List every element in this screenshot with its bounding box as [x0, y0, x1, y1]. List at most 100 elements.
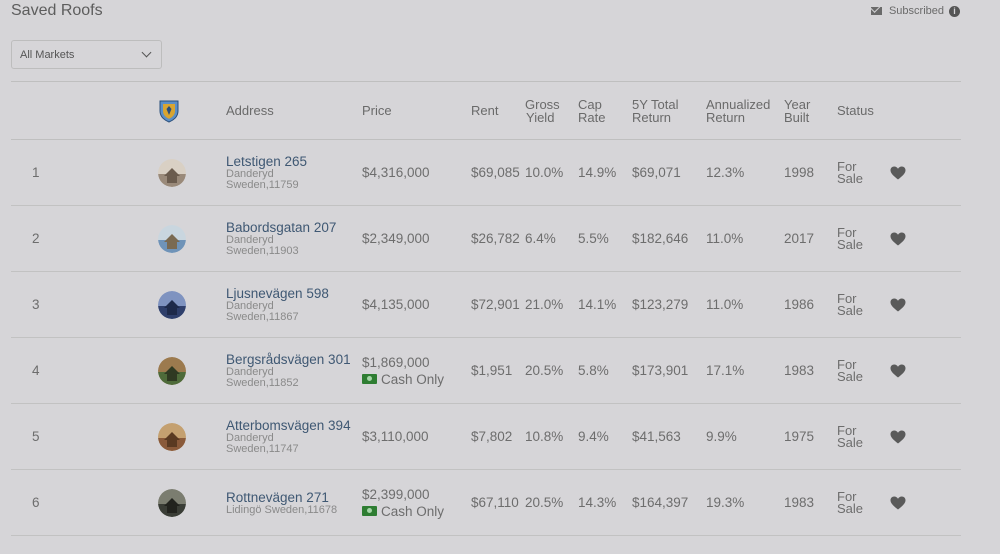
property-thumbnail-cell — [158, 404, 226, 470]
year-built-value: 1975 — [784, 429, 815, 444]
gross-yield-value: 6.4% — [525, 231, 556, 246]
address-cell: Atterbomsvägen 394 Danderyd Sweden,11747 — [226, 404, 362, 470]
address-cell: Babordsgatan 207 Danderyd Sweden,11903 — [226, 206, 362, 272]
cash-icon — [362, 506, 377, 516]
address-cell: Letstigen 265 Danderyd Sweden,11759 — [226, 140, 362, 206]
address-link[interactable]: Bergsrådsvägen 301 — [226, 352, 362, 367]
status-cell: For Sale — [837, 338, 890, 404]
property-thumbnail[interactable] — [158, 158, 186, 187]
heart-icon[interactable] — [890, 364, 906, 378]
property-thumbnail-cell — [158, 206, 226, 272]
status-line2: Sale — [837, 170, 864, 186]
address-country-zip: Sweden,11867 — [226, 311, 299, 323]
favorite-cell — [890, 272, 961, 338]
address-link[interactable]: Ljusnevägen 598 — [226, 286, 362, 301]
status-cell: For Sale — [837, 272, 890, 338]
heart-icon[interactable] — [890, 496, 906, 510]
price-value: $2,399,000 — [362, 486, 430, 502]
status-line2: Sale — [837, 368, 864, 384]
header-ann-line2: Return — [706, 109, 746, 125]
heart-icon[interactable] — [890, 430, 906, 444]
price-value: $3,110,000 — [362, 429, 429, 444]
address-city: Lidingö Sweden,11678 — [226, 503, 338, 516]
header-price[interactable]: Price — [362, 82, 471, 140]
favorite-cell — [890, 206, 961, 272]
table-row[interactable]: 6 Rottnevägen 271 Lidingö Sweden,11678 $… — [11, 470, 961, 536]
market-select[interactable]: All Markets — [11, 40, 162, 69]
address-link[interactable]: Letstigen 265 — [226, 154, 362, 169]
favorite-cell — [890, 140, 961, 206]
property-thumbnail[interactable] — [158, 290, 186, 319]
cap-rate-value: 5.5% — [578, 231, 609, 246]
property-thumbnail[interactable] — [158, 224, 186, 253]
annualized-return-value: 9.9% — [706, 429, 737, 444]
status-line2: Sale — [837, 500, 864, 516]
total-return-value: $41,563 — [632, 429, 681, 444]
property-thumbnail-cell — [158, 338, 226, 404]
status-cell: For Sale — [837, 140, 890, 206]
status-line2: Sale — [837, 434, 864, 450]
cash-icon — [362, 374, 377, 384]
subscribed-label: Subscribed — [888, 5, 944, 17]
heart-icon[interactable] — [890, 166, 906, 180]
row-number: 5 — [32, 429, 40, 444]
cap-rate-value: 9.4% — [578, 429, 609, 444]
favorite-cell — [890, 404, 961, 470]
address-country-zip: Sweden,11759 — [226, 179, 299, 191]
header-status[interactable]: Status — [837, 82, 890, 140]
heart-icon[interactable] — [890, 232, 906, 246]
property-thumbnail[interactable] — [158, 488, 186, 517]
address-country-zip: Sweden,11747 — [226, 443, 299, 455]
favorite-cell — [890, 470, 961, 536]
address-link[interactable]: Babordsgatan 207 — [226, 220, 362, 235]
annualized-return-value: 12.3% — [706, 165, 745, 180]
property-thumbnail[interactable] — [158, 422, 186, 451]
address-link[interactable]: Atterbomsvägen 394 — [226, 418, 362, 433]
header-gross-yield[interactable]: Gross Yield — [525, 82, 578, 140]
header-annualized-return[interactable]: Annualized Return — [706, 82, 784, 140]
price-cell: $2,399,000 Cash Only — [362, 470, 471, 536]
header-cap-line1: Cap — [578, 96, 602, 112]
header-favorite — [890, 82, 961, 140]
chevron-down-icon — [141, 47, 152, 58]
subscribed-toggle[interactable]: Subscribed i — [870, 5, 960, 17]
header-5y-total-return[interactable]: 5Y Total Return — [632, 82, 706, 140]
header-rent[interactable]: Rent — [471, 82, 525, 140]
header-year-built[interactable]: Year Built — [784, 82, 837, 140]
gross-yield-value: 21.0% — [525, 297, 564, 312]
table-row[interactable]: 5 Atterbomsvägen 394 Danderyd Sweden,117… — [11, 404, 961, 470]
heart-icon[interactable] — [890, 298, 906, 312]
rent-value: $7,802 — [471, 429, 513, 444]
info-icon[interactable]: i — [949, 5, 960, 17]
price-value: $4,135,000 — [362, 297, 430, 312]
row-number: 6 — [32, 495, 40, 510]
address-country-zip: Sweden,11903 — [226, 245, 299, 257]
cap-rate-value: 5.8% — [578, 363, 609, 378]
year-built-value: 1986 — [784, 297, 815, 312]
header-5y-line1: 5Y Total — [632, 96, 679, 112]
price-cell: $2,349,000 — [362, 206, 471, 272]
cash-only-label: Cash Only — [381, 503, 445, 519]
price-value: $1,869,000 — [362, 354, 430, 370]
header-address[interactable]: Address — [226, 82, 362, 140]
header-year-line1: Year — [784, 96, 811, 112]
property-thumbnail-cell — [158, 140, 226, 206]
price-cell: $1,869,000 Cash Only — [362, 338, 471, 404]
table-row[interactable]: 3 Ljusnevägen 598 Danderyd Sweden,11867 … — [11, 272, 961, 338]
table-row[interactable]: 1 Letstigen 265 Danderyd Sweden,11759 $4… — [11, 140, 961, 206]
total-return-value: $164,397 — [632, 495, 689, 510]
header-ann-line1: Annualized — [706, 96, 771, 112]
price-value: $4,316,000 — [362, 165, 430, 180]
gross-yield-value: 10.8% — [525, 429, 564, 444]
table-row[interactable]: 4 Bergsrådsvägen 301 Danderyd Sweden,118… — [11, 338, 961, 404]
header-emblem — [158, 82, 226, 140]
header-cap-rate[interactable]: Cap Rate — [578, 82, 632, 140]
address-cell: Rottnevägen 271 Lidingö Sweden,11678 — [226, 470, 362, 536]
property-thumbnail[interactable] — [158, 356, 186, 385]
row-number: 3 — [32, 297, 40, 312]
status-cell: For Sale — [837, 206, 890, 272]
table-row[interactable]: 2 Babordsgatan 207 Danderyd Sweden,11903… — [11, 206, 961, 272]
price-cell: $4,316,000 — [362, 140, 471, 206]
rent-value: $67,110 — [471, 495, 519, 510]
address-link[interactable]: Rottnevägen 271 — [226, 490, 362, 505]
